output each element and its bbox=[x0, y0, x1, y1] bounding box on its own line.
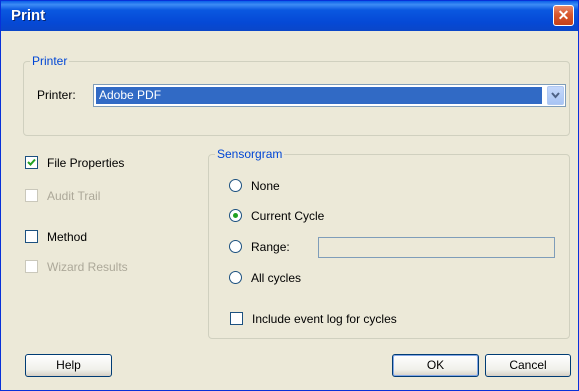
radio-selected-dot bbox=[233, 213, 238, 218]
audit-trail-checkbox[interactable] bbox=[25, 189, 38, 202]
cancel-button[interactable]: Cancel bbox=[485, 354, 571, 377]
wizard-results-checkbox[interactable] bbox=[25, 260, 38, 273]
radio-current-cycle-label: Current Cycle bbox=[251, 209, 325, 223]
include-event-log-label: Include event log for cycles bbox=[252, 312, 397, 326]
radio-range[interactable] bbox=[229, 240, 242, 253]
radio-range-label: Range: bbox=[251, 240, 290, 254]
radio-none[interactable] bbox=[229, 179, 242, 192]
help-button[interactable]: Help bbox=[25, 354, 112, 377]
radio-current-cycle[interactable] bbox=[229, 209, 242, 222]
dialog-title: Print bbox=[11, 7, 46, 24]
printer-select-value: Adobe PDF bbox=[96, 87, 542, 104]
method-checkbox[interactable] bbox=[25, 230, 38, 243]
range-input[interactable] bbox=[318, 237, 555, 258]
title-bar[interactable]: Print ✕ bbox=[1, 1, 578, 31]
checkmark-icon bbox=[27, 158, 36, 166]
file-properties-label: File Properties bbox=[47, 156, 125, 170]
radio-none-label: None bbox=[251, 179, 280, 193]
chevron-down-icon bbox=[551, 92, 560, 99]
print-dialog: Print ✕ Printer Printer: Adobe PDF File … bbox=[0, 0, 579, 391]
include-event-log-checkbox[interactable] bbox=[230, 312, 243, 325]
close-button[interactable]: ✕ bbox=[553, 5, 574, 26]
file-properties-checkbox[interactable] bbox=[25, 156, 38, 169]
audit-trail-label: Audit Trail bbox=[47, 189, 101, 203]
wizard-results-label: Wizard Results bbox=[47, 260, 128, 274]
ok-button[interactable]: OK bbox=[392, 354, 479, 377]
radio-all-cycles-label: All cycles bbox=[251, 271, 302, 285]
printer-group-label: Printer bbox=[32, 54, 68, 68]
printer-dropdown-button[interactable] bbox=[547, 86, 564, 105]
printer-select[interactable]: Adobe PDF bbox=[93, 84, 566, 107]
printer-label: Printer: bbox=[37, 88, 76, 102]
method-label: Method bbox=[47, 230, 88, 244]
close-icon: ✕ bbox=[557, 7, 570, 23]
radio-all-cycles[interactable] bbox=[229, 271, 242, 284]
sensorgram-group-label: Sensorgram bbox=[217, 147, 283, 161]
